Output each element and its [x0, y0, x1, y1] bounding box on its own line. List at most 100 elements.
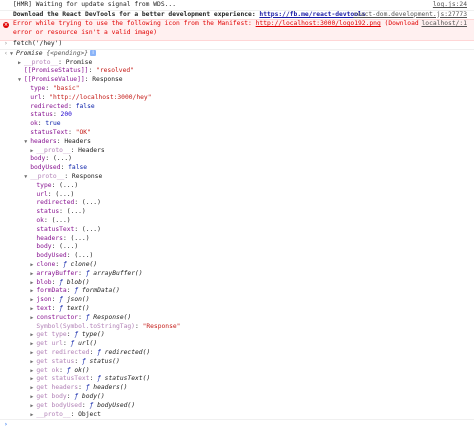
command-text: fetch('/hey'): [13, 40, 63, 47]
getter-key: get ok: [36, 366, 60, 374]
function-icon: ƒ: [74, 393, 82, 400]
proto-getter-value: (...): [70, 234, 90, 242]
tree-row-method[interactable]: ▶ blob: ƒ blob(): [0, 279, 474, 288]
colon-separator: :: [59, 366, 67, 374]
devtools-source-link[interactable]: react-dom.development.js:27773: [353, 11, 467, 20]
method-signature: Response(): [93, 313, 132, 321]
proto-getter-key: body: [36, 243, 52, 251]
tree-row-method[interactable]: ▶ constructor: ƒ Response(): [0, 314, 474, 323]
expand-triangle-icon[interactable]: ▶: [30, 340, 33, 349]
proto-getter-key: redirected: [36, 199, 75, 207]
expand-triangle-icon[interactable]: ▶: [30, 270, 33, 279]
tree-row-response-proto[interactable]: ▼ __proto__: Response: [0, 173, 474, 182]
collapse-triangle-icon[interactable]: ▼: [18, 76, 21, 85]
collapse-triangle-icon[interactable]: ▼: [24, 173, 27, 182]
expand-triangle-icon[interactable]: ▶: [30, 147, 33, 156]
symbol-tostringtag-value: "Response": [142, 322, 181, 330]
tree-row-getter[interactable]: ▶ get body: ƒ body(): [0, 393, 474, 402]
tree-row-proto-getter: ok: (...): [0, 217, 474, 226]
getter-signature: type(): [81, 331, 105, 339]
expand-triangle-icon[interactable]: ▶: [30, 375, 33, 384]
tree-row-promise-value[interactable]: ▼ [[PromiseValue]]: Response: [0, 76, 474, 85]
function-icon: ƒ: [74, 331, 82, 339]
response-bodyused-value: false: [68, 164, 88, 172]
tree-row-method[interactable]: ▶ json: ƒ json(): [0, 296, 474, 305]
getter-key: get redirected: [36, 349, 90, 356]
method-signature: blob(): [66, 278, 90, 286]
tree-row-getter[interactable]: ▶ get bodyUsed: ƒ bodyUsed(): [0, 402, 474, 411]
tree-row-getter[interactable]: ▶ get statusText: ƒ statusText(): [0, 375, 474, 384]
expand-triangle-icon[interactable]: ▶: [30, 358, 33, 367]
result-summary: Promise {<pending>} i: [16, 50, 97, 59]
info-icon[interactable]: i: [90, 50, 97, 56]
collapse-triangle-icon[interactable]: ▼: [10, 50, 13, 59]
tree-row-content: get statusText: ƒ statusText(): [36, 375, 150, 384]
proto-getter-key: status: [36, 208, 60, 216]
colon-separator: :: [55, 261, 63, 268]
devtools-link[interactable]: https://fb.me/react-devtools: [259, 11, 365, 18]
getter-key: get status: [36, 357, 75, 365]
expand-triangle-icon[interactable]: ▶: [30, 402, 33, 411]
tree-row-content: get body: ƒ body(): [36, 393, 104, 402]
getter-key: get bodyUsed: [36, 401, 82, 409]
promise-status-value: "resolved": [96, 67, 134, 75]
tree-row-method[interactable]: ▶ text: ƒ text(): [0, 305, 474, 314]
expand-triangle-icon[interactable]: ▶: [18, 59, 21, 68]
expand-triangle-icon[interactable]: ▶: [30, 314, 33, 323]
tree-row-getter[interactable]: ▶ get ok: ƒ ok(): [0, 367, 474, 376]
devtools-text: Download the React DevTools for a better…: [13, 10, 260, 18]
expand-triangle-icon[interactable]: ▶: [30, 261, 33, 270]
console-prompt-line[interactable]: ›: [0, 419, 474, 430]
error-icon-link[interactable]: http://localhost:3000/logo192.png: [256, 20, 381, 27]
getter-key: get url: [36, 340, 63, 348]
tree-row-proto-getter: headers: (...): [0, 235, 474, 244]
expand-triangle-icon[interactable]: ▶: [30, 349, 33, 358]
tree-row-proto-getter: url: (...): [0, 191, 474, 200]
headers-proto-key: __proto__: [36, 146, 71, 154]
function-icon: ƒ: [59, 305, 67, 312]
response-status-value: 200: [60, 111, 72, 119]
method-signature: clone(): [70, 261, 98, 268]
colon-separator: :: [43, 217, 52, 224]
expand-triangle-icon[interactable]: ▶: [30, 296, 33, 305]
proto-getter-key: url: [36, 190, 48, 198]
tree-row-getter[interactable]: ▶ get redirected: ƒ redirected(): [0, 349, 474, 358]
colon-separator: :: [89, 349, 98, 356]
function-icon: ƒ: [59, 296, 67, 304]
tree-row-headers-proto[interactable]: ▶ __proto__: Headers: [0, 147, 474, 156]
tree-row-method[interactable]: ▶ clone: ƒ clone(): [0, 261, 474, 270]
expand-triangle-icon[interactable]: ▶: [30, 279, 33, 288]
expand-triangle-icon[interactable]: ▶: [30, 393, 33, 402]
response-ok-value: true: [45, 120, 61, 128]
tree-row-getter[interactable]: ▶ get headers: ƒ headers(): [0, 384, 474, 393]
expand-triangle-icon[interactable]: ▶: [30, 384, 33, 393]
getter-signature: headers(): [93, 384, 128, 392]
expand-triangle-icon[interactable]: ▶: [30, 367, 33, 376]
colon-separator: :: [68, 129, 76, 136]
tree-row-promise-proto[interactable]: ▶ __proto__: Promise: [0, 59, 474, 68]
tree-row-method[interactable]: ▶ formData: ƒ formData(): [0, 287, 474, 296]
expand-triangle-icon[interactable]: ▶: [30, 287, 33, 296]
expand-triangle-icon[interactable]: ▶: [30, 305, 33, 314]
tree-row-getter[interactable]: ▶ get status: ƒ status(): [0, 358, 474, 367]
colon-separator: :: [78, 384, 86, 392]
colon-separator: :: [52, 111, 61, 119]
console-result[interactable]: ‹ ▼ Promise {<pending>} i: [0, 50, 474, 59]
tree-row-headers[interactable]: ▼ headers: Headers: [0, 138, 474, 147]
colon-separator: :: [60, 164, 69, 172]
collapse-triangle-icon[interactable]: ▼: [24, 138, 27, 147]
tree-row-method[interactable]: ▶ arrayBuffer: ƒ arrayBuffer(): [0, 270, 474, 279]
tree-row-content: get type: ƒ type(): [36, 331, 104, 340]
tree-row-getter[interactable]: ▶ get url: ƒ url(): [0, 340, 474, 349]
tree-row-content: __proto__: Promise: [24, 59, 92, 68]
colon-separator: :: [70, 410, 79, 418]
colon-separator: :: [59, 208, 67, 216]
tree-row-status: status: 200: [0, 111, 474, 120]
error-source-link[interactable]: localhost/:1: [422, 20, 468, 29]
tree-row-content: headers: Headers: [30, 138, 91, 147]
expand-triangle-icon[interactable]: ▶: [30, 331, 33, 340]
tree-row-getter[interactable]: ▶ get type: ƒ type(): [0, 331, 474, 340]
proto-value: Promise: [65, 58, 93, 66]
tree-row-content: [[PromiseValue]]: Response: [24, 76, 123, 85]
hmr-source-link[interactable]: log.js:24: [433, 1, 467, 10]
